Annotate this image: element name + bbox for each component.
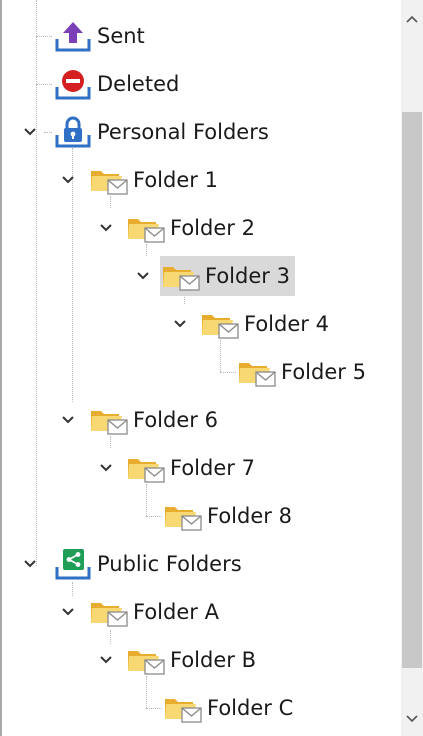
expand-chevron-icon[interactable]	[99, 653, 113, 667]
tree-item-label: Folder 2	[170, 216, 255, 240]
tree-item-label: Folder C	[207, 696, 294, 720]
deleted-icon	[52, 66, 94, 102]
tree-item-folder-7[interactable]: Folder 7	[125, 448, 260, 488]
mail-folder-icon	[88, 594, 130, 630]
expand-chevron-icon[interactable]	[61, 605, 75, 619]
tree-line	[146, 708, 162, 709]
tree-item-label: Folder 7	[170, 456, 255, 480]
mail-folder-icon	[88, 402, 130, 438]
tree-item-folder-3[interactable]: Folder 3	[160, 256, 295, 296]
mail-folder-icon	[160, 258, 202, 294]
mail-folder-icon	[88, 162, 130, 198]
expand-chevron-icon[interactable]	[99, 221, 113, 235]
tree-line	[36, 84, 52, 85]
tree-item-folder-c[interactable]: Folder C	[162, 688, 298, 728]
tree-line	[72, 582, 73, 596]
chevron-up-icon[interactable]	[401, 8, 423, 30]
tree-item-folder-1[interactable]: Folder 1	[88, 160, 223, 200]
tree-item-public-folders[interactable]: Public Folders	[52, 544, 247, 584]
mail-folder-icon	[162, 498, 204, 534]
mail-folder-icon	[125, 450, 167, 486]
tree-item-sent[interactable]: Sent	[52, 16, 150, 56]
chevron-down-icon[interactable]	[401, 708, 423, 730]
tree-line	[146, 516, 162, 517]
tree-line	[44, 132, 52, 133]
tree-item-folder-6[interactable]: Folder 6	[88, 400, 223, 440]
expand-chevron-icon[interactable]	[61, 173, 75, 187]
mail-folder-icon	[199, 306, 241, 342]
tree-item-folder-a[interactable]: Folder A	[88, 592, 224, 632]
tree-item-label: Folder B	[170, 648, 256, 672]
mail-folder-icon	[236, 354, 278, 390]
tree-line	[220, 372, 236, 373]
tree-item-deleted[interactable]: Deleted	[52, 64, 184, 104]
expand-chevron-icon[interactable]	[23, 557, 37, 571]
tree-item-folder-5[interactable]: Folder 5	[236, 352, 371, 392]
expand-chevron-icon[interactable]	[173, 317, 187, 331]
expand-chevron-icon[interactable]	[99, 461, 113, 475]
tree-item-folder-8[interactable]: Folder 8	[162, 496, 297, 536]
mail-folder-icon	[125, 210, 167, 246]
tree-item-folder-4[interactable]: Folder 4	[199, 304, 334, 344]
tree-item-folder-b[interactable]: Folder B	[125, 640, 261, 680]
mail-folder-icon	[125, 642, 167, 678]
expand-chevron-icon[interactable]	[23, 125, 37, 139]
expand-chevron-icon[interactable]	[61, 413, 75, 427]
vertical-scrollbar[interactable]	[401, 0, 423, 736]
tree-item-label: Folder 5	[281, 360, 366, 384]
tree-item-label: Deleted	[97, 72, 180, 96]
folder-tree: Sent Deleted Personal Folders Folder 1 F…	[0, 0, 400, 736]
tree-item-label: Folder 3	[205, 264, 290, 288]
tree-line	[36, 36, 52, 37]
scrollbar-thumb[interactable]	[402, 112, 422, 668]
tree-line	[146, 676, 147, 708]
sent-icon	[52, 18, 94, 54]
mail-folder-icon	[162, 690, 204, 726]
tree-item-label: Sent	[97, 24, 145, 48]
lock-icon	[52, 114, 94, 150]
expand-chevron-icon[interactable]	[136, 269, 150, 283]
tree-item-personal-folders[interactable]: Personal Folders	[52, 112, 274, 152]
tree-line	[146, 484, 147, 516]
tree-item-label: Folder 1	[133, 168, 218, 192]
tree-item-label: Folder 6	[133, 408, 218, 432]
tree-item-folder-2[interactable]: Folder 2	[125, 208, 260, 248]
tree-item-label: Folder 8	[207, 504, 292, 528]
folder-tree-panel: Sent Deleted Personal Folders Folder 1 F…	[0, 0, 423, 736]
tree-item-label: Personal Folders	[97, 120, 269, 144]
tree-item-label: Public Folders	[97, 552, 242, 576]
tree-line	[220, 340, 221, 372]
tree-line	[110, 630, 111, 644]
selection-highlight: Folder 3	[160, 256, 295, 296]
tree-item-label: Folder A	[133, 600, 219, 624]
share-icon	[52, 546, 94, 582]
tree-item-label: Folder 4	[244, 312, 329, 336]
